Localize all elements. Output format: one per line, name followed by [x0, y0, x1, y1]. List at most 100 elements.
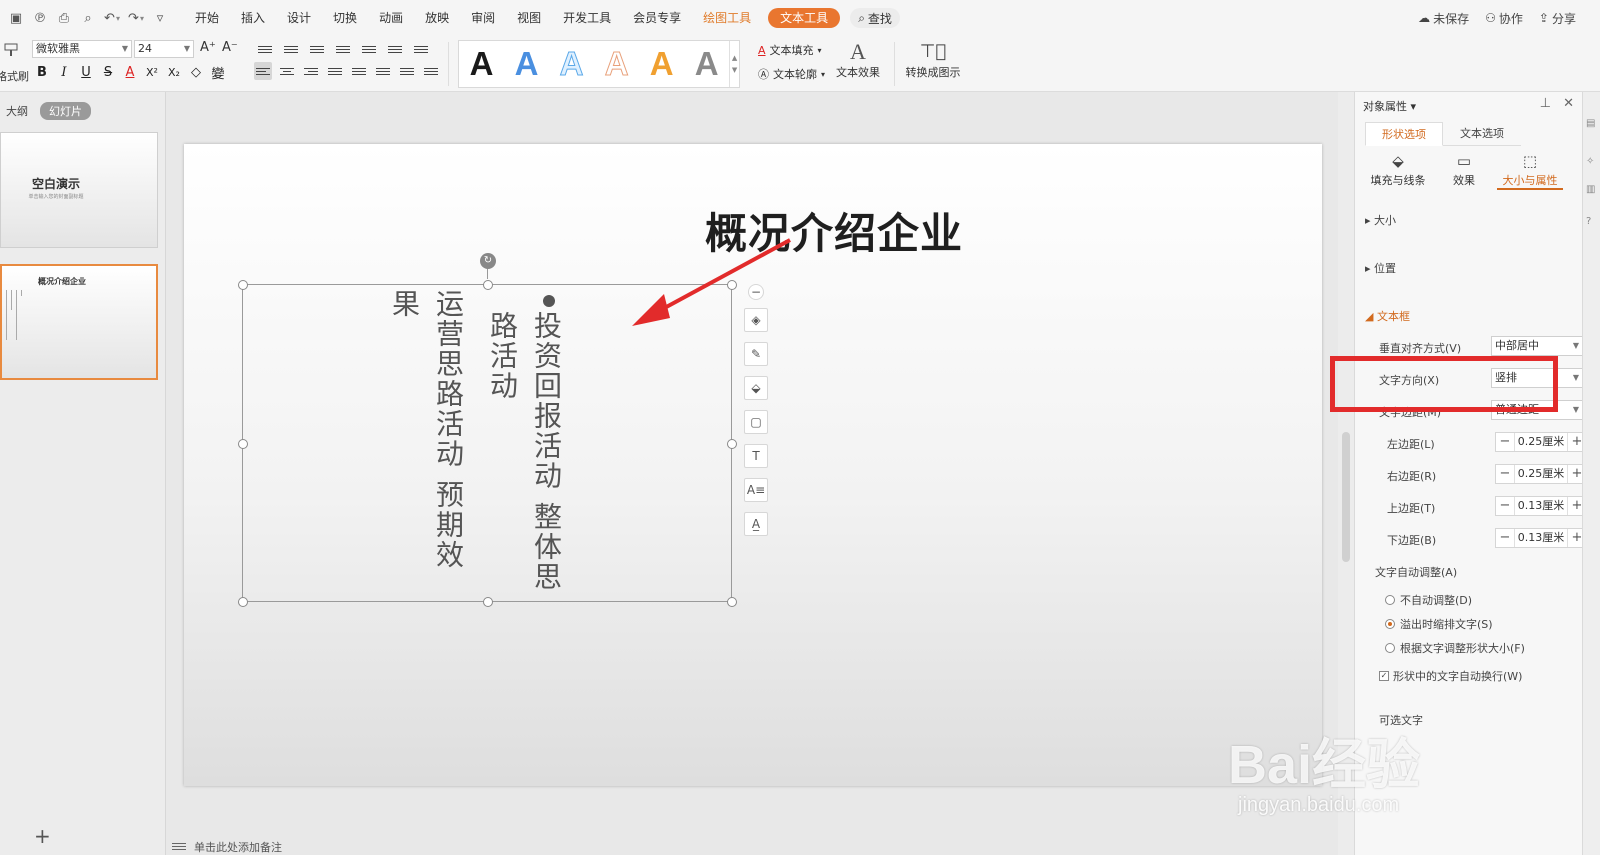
text-wrap-icon[interactable]: A≡ [744, 478, 768, 502]
stepper-value[interactable]: 0.13厘米 [1514, 497, 1568, 515]
menu-developer[interactable]: 开发工具 [552, 0, 622, 36]
slide-thumbnail-2[interactable]: 概况介绍企业 [0, 264, 158, 380]
resize-handle[interactable] [483, 597, 493, 607]
menu-member[interactable]: 会员专享 [622, 0, 692, 36]
resize-handle[interactable] [238, 439, 248, 449]
menu-text-tools[interactable]: 文本工具 [768, 8, 841, 28]
collapse-icon[interactable]: − [748, 284, 764, 300]
outdent-icon[interactable] [308, 40, 326, 58]
text-style-icon[interactable]: A̲ [744, 512, 768, 536]
rotate-handle-icon[interactable]: ↻ [480, 253, 496, 269]
tab-shape-options[interactable]: 形状选项 [1365, 122, 1443, 146]
resize-handle[interactable] [727, 597, 737, 607]
format-painter-button[interactable]: 格式刷 [0, 38, 29, 90]
tab-slides[interactable]: 幻灯片 [40, 102, 91, 120]
stepper-value[interactable]: 0.25厘米 [1514, 465, 1568, 483]
column-spacing-icon[interactable] [398, 62, 416, 80]
animation-icon[interactable]: ✧ [1586, 156, 1598, 170]
style-gray[interactable]: A [684, 41, 729, 87]
add-slide-icon[interactable]: + [34, 824, 51, 848]
strikethrough-icon[interactable]: S [100, 63, 116, 81]
style-black[interactable]: A [459, 41, 504, 87]
numbered-list-icon[interactable] [282, 40, 300, 58]
menu-drawing-tools[interactable]: 绘图工具 [692, 0, 762, 36]
italic-icon[interactable]: I [56, 63, 72, 81]
minus-icon[interactable]: − [1496, 497, 1514, 515]
pin-icon[interactable]: ⊥ [1540, 96, 1551, 111]
section-textbox[interactable]: ◢ 文本框 [1365, 308, 1410, 324]
minus-icon[interactable]: − [1496, 433, 1514, 451]
text-outline-button[interactable]: Ⓐ 文本轮廓 ▾ [758, 66, 825, 82]
justify-icon[interactable] [326, 62, 344, 80]
bullet-list-icon[interactable] [256, 40, 274, 58]
menu-home[interactable]: 开始 [184, 0, 230, 36]
undo-icon[interactable]: ↶ ▾ [102, 8, 122, 28]
indent-icon[interactable] [334, 40, 352, 58]
top-margin-stepper[interactable]: −0.13厘米 + [1495, 496, 1587, 516]
bottom-margin-stepper[interactable]: −0.13厘米 + [1495, 528, 1587, 548]
collab-button[interactable]: ⚇ 协作 [1485, 10, 1523, 27]
unsaved-status[interactable]: ☁ 未保存 [1418, 10, 1469, 27]
right-margin-stepper[interactable]: −0.25厘米 + [1495, 464, 1587, 484]
stepper-value[interactable]: 0.25厘米 [1514, 433, 1568, 451]
left-margin-stepper[interactable]: −0.25厘米 + [1495, 432, 1587, 452]
stepper-value[interactable]: 0.13厘米 [1514, 529, 1568, 547]
optional-text-section[interactable]: 可选文字 [1379, 712, 1423, 728]
decrease-font-icon[interactable]: A⁻ [222, 40, 238, 55]
menu-animation[interactable]: 动画 [368, 0, 414, 36]
resize-handle[interactable] [238, 280, 248, 290]
resize-handle[interactable] [727, 439, 737, 449]
layout-icon[interactable]: ▥ [1586, 184, 1598, 198]
brush-tool-icon[interactable]: ℗ [30, 8, 50, 28]
align-left-icon[interactable] [254, 62, 272, 80]
menu-slideshow[interactable]: 放映 [414, 0, 460, 36]
scrollbar-thumb[interactable] [1342, 432, 1350, 562]
outline-icon[interactable]: ▢ [744, 410, 768, 434]
text-fill-button[interactable]: A 文本填充 ▾ [758, 42, 822, 58]
customize-dropdown-icon[interactable]: ▿ [150, 8, 170, 28]
text-box-icon[interactable]: T [744, 444, 768, 468]
fill-bucket-icon[interactable]: ⬙ [744, 376, 768, 400]
gallery-scroll[interactable]: ▲ ▼ [729, 41, 739, 87]
char-spacing-icon[interactable] [412, 40, 430, 58]
line-spacing-icon[interactable] [374, 62, 392, 80]
pen-icon[interactable]: ✎ [744, 342, 768, 366]
paragraph-spacing-icon[interactable] [422, 62, 440, 80]
minus-icon[interactable]: − [1496, 529, 1514, 547]
tab-text-options[interactable]: 文本选项 [1443, 122, 1521, 146]
clear-format-icon[interactable]: ◇ [188, 63, 204, 81]
property-icon[interactable]: ▤ [1586, 118, 1598, 132]
print-icon[interactable]: ⎙ [54, 8, 74, 28]
font-size-select[interactable]: 24 ▼ [134, 40, 194, 58]
resize-handle[interactable] [483, 280, 493, 290]
help-icon[interactable]: ? [1586, 216, 1598, 230]
sort-icon[interactable] [360, 40, 378, 58]
convert-smartart-button[interactable]: ⊤⃞ 转换成图示 [900, 40, 966, 80]
subtab-effects[interactable]: ▭ 效果 [1431, 150, 1497, 190]
subtab-size-props[interactable]: ⬚ 大小与属性 [1497, 150, 1563, 190]
bold-icon[interactable]: B [34, 63, 50, 81]
section-size[interactable]: ▸ 大小 [1365, 212, 1396, 228]
text-effect-button[interactable]: A 文本效果 [834, 40, 882, 80]
style-outline-peach[interactable]: A [594, 41, 639, 87]
align-right-icon[interactable] [302, 62, 320, 80]
autofit-none-radio[interactable]: 不自动调整(D) [1385, 592, 1472, 608]
underline-icon[interactable]: U [78, 63, 94, 81]
notes-bar[interactable]: 单击此处添加备注 [166, 838, 1338, 855]
tab-outline[interactable]: 大纲 [6, 103, 28, 119]
phonetic-icon[interactable]: 變 [210, 63, 226, 82]
font-color-icon[interactable]: A [122, 63, 138, 81]
subscript-icon[interactable]: X₂ [166, 63, 182, 81]
menu-review[interactable]: 审阅 [460, 0, 506, 36]
style-outline-blue[interactable]: A [549, 41, 594, 87]
align-center-icon[interactable] [278, 62, 296, 80]
panel-title[interactable]: 对象属性 ▾ [1363, 98, 1416, 114]
section-position[interactable]: ▸ 位置 [1365, 260, 1396, 276]
menu-insert[interactable]: 插入 [230, 0, 276, 36]
autofit-shrink-radio[interactable]: 溢出时缩排文字(S) [1385, 616, 1493, 632]
resize-handle[interactable] [238, 597, 248, 607]
minus-icon[interactable]: − [1496, 465, 1514, 483]
menu-view[interactable]: 视图 [506, 0, 552, 36]
vertical-scrollbar[interactable] [1338, 92, 1354, 855]
autofit-resize-radio[interactable]: 根据文字调整形状大小(F) [1385, 640, 1525, 656]
